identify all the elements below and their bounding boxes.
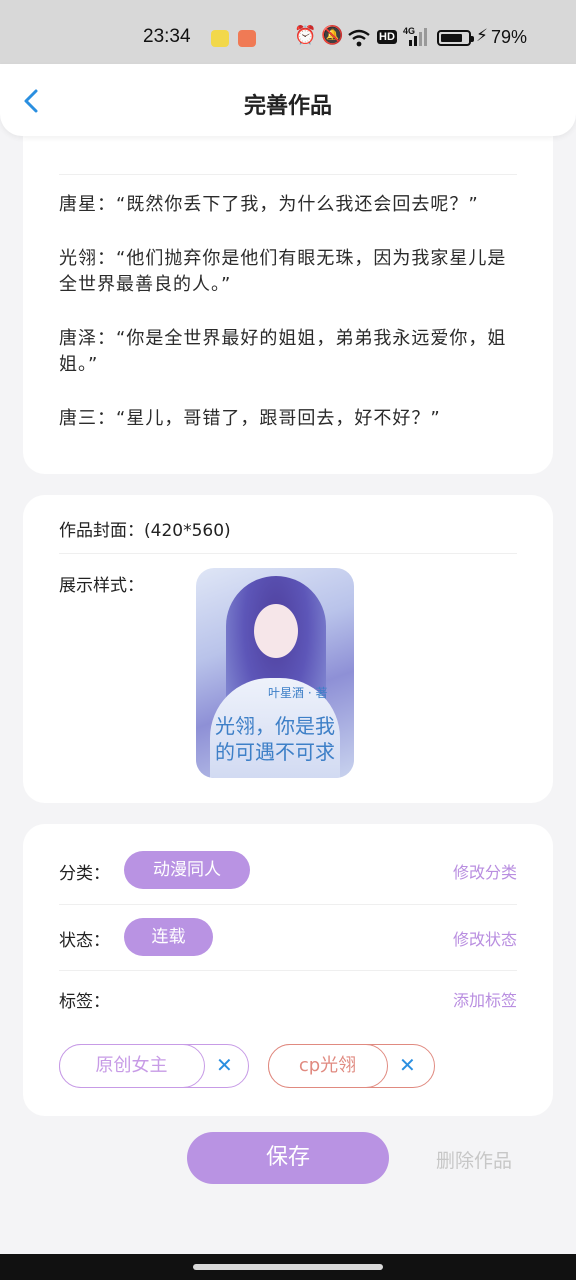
save-button[interactable]: 保存 bbox=[187, 1132, 389, 1184]
tag-label: cp光翎 bbox=[267, 1043, 388, 1088]
status-time: 23:34 bbox=[143, 26, 191, 47]
meta-card: 分类： 动漫同人 修改分类 状态： 连载 修改状态 标签： 添加标签 原创女主 … bbox=[23, 824, 553, 1116]
system-nav-bar bbox=[0, 1254, 576, 1280]
app-header: 完善作品 bbox=[0, 64, 576, 136]
story-line: 唐三：“星儿，哥错了，跟哥回去，好不好？” bbox=[59, 408, 441, 429]
story-card: 唐星：“既然你丢下了我，为什么我还会回去呢？” 光翎：“他们抛弃你是他们有眼无珠… bbox=[23, 120, 553, 474]
cover-title-line-1: 光翎，你是我 bbox=[215, 714, 335, 738]
wifi-icon bbox=[348, 29, 370, 47]
cover-author-text: 叶星酒 · 著 bbox=[268, 686, 328, 700]
page-title: 完善作品 bbox=[243, 94, 332, 119]
status-bar: 23:34 ⏰ 🔕 HD 4G ⚡ 79% bbox=[0, 0, 576, 64]
story-line: 光翎：“他们抛弃你是他们有眼无珠，因为我家星儿是全世界最善良的人。” bbox=[59, 248, 507, 295]
hd-icon: HD bbox=[377, 30, 397, 44]
tag-label: 原创女主 bbox=[58, 1043, 205, 1088]
status-label: 状态： bbox=[59, 931, 110, 951]
mute-icon: 🔕 bbox=[321, 25, 344, 46]
cover-image[interactable]: 叶星酒 · 著 光翎，你是我 的可遇不可求 bbox=[196, 568, 354, 778]
divider bbox=[59, 174, 517, 175]
4g-signal-icon: 4G bbox=[403, 26, 431, 48]
edit-category-link[interactable]: 修改分类 bbox=[453, 859, 517, 883]
alarm-icon: ⏰ bbox=[294, 25, 317, 46]
battery-fill bbox=[441, 34, 462, 42]
story-text: 唐星：“既然你丢下了我，为什么我还会回去呢？” 光翎：“他们抛弃你是他们有眼无珠… bbox=[59, 192, 519, 460]
tag-item: cp光翎 ✕ bbox=[267, 1043, 435, 1088]
app-icon-orange bbox=[238, 30, 256, 47]
cover-title-line-2: 的可遇不可求 bbox=[215, 740, 335, 764]
charging-icon: ⚡ bbox=[476, 26, 488, 46]
divider bbox=[59, 904, 517, 905]
close-icon[interactable]: ✕ bbox=[399, 1053, 416, 1077]
delete-work-button[interactable]: 删除作品 bbox=[436, 1146, 512, 1173]
app-icon-yellow bbox=[211, 30, 229, 47]
battery-icon bbox=[437, 30, 474, 46]
divider bbox=[59, 553, 517, 554]
divider bbox=[59, 970, 517, 971]
battery-percent: 79% bbox=[491, 27, 528, 47]
category-label: 分类： bbox=[59, 864, 110, 884]
close-icon[interactable]: ✕ bbox=[216, 1053, 233, 1077]
story-line: 唐泽：“你是全世界最好的姐姐，弟弟我永远爱你，姐姐。” bbox=[59, 328, 507, 375]
story-line: 唐星：“既然你丢下了我，为什么我还会回去呢？” bbox=[59, 194, 479, 215]
edit-status-link[interactable]: 修改状态 bbox=[453, 926, 517, 950]
cover-card: 作品封面：(420*560) 展示样式： 叶星酒 · 著 光翎，你是我 的可遇不… bbox=[23, 495, 553, 803]
tags-label: 标签： bbox=[59, 992, 110, 1012]
category-chip[interactable]: 动漫同人 bbox=[124, 851, 250, 889]
tag-item: 原创女主 ✕ bbox=[58, 1043, 249, 1088]
display-style-label: 展示样式： bbox=[59, 576, 144, 596]
status-chip[interactable]: 连载 bbox=[124, 918, 213, 956]
home-gesture-handle[interactable] bbox=[193, 1264, 383, 1270]
cover-label: 作品封面：(420*560) bbox=[59, 521, 231, 541]
add-tag-link[interactable]: 添加标签 bbox=[453, 987, 517, 1011]
